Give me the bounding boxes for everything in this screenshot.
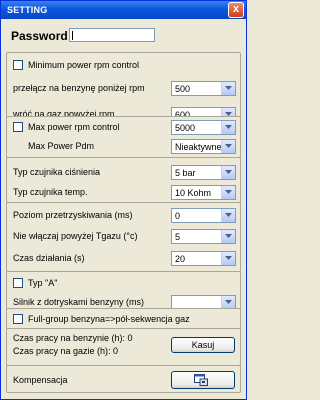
max-rpm-select[interactable]: 5000 xyxy=(171,120,236,135)
settings-window: SETTING x Password Minimum power rpm con… xyxy=(0,0,247,400)
full-group-checkbox[interactable] xyxy=(13,314,23,324)
max-rpm-value: 5000 xyxy=(175,123,196,133)
max-rpm-label: Max power rpm control xyxy=(28,122,120,132)
gas-temp-select[interactable]: 5 xyxy=(171,229,236,244)
compensation-label: Kompensacja xyxy=(13,375,68,385)
text-caret xyxy=(72,31,73,40)
chevron-down-icon[interactable] xyxy=(221,82,235,95)
switch-below-value: 500 xyxy=(175,84,191,94)
chevron-down-icon[interactable] xyxy=(221,121,235,134)
max-rpm-checkbox[interactable] xyxy=(13,122,23,132)
temp-sensor-label: Typ czujnika temp. xyxy=(13,187,88,197)
gas-time-label: Czas pracy na gazie (h): 0 xyxy=(13,346,119,356)
work-time-group: Czas pracy na benzynie (h): 0 Czas pracy… xyxy=(6,328,241,366)
temp-sensor-select[interactable]: 10 Kohm xyxy=(171,185,236,200)
overinjection-value: 0 xyxy=(175,211,181,221)
chevron-down-icon[interactable] xyxy=(221,230,235,243)
max-rpm-group: Max power rpm control 5000 Max Power Pdm… xyxy=(6,116,241,158)
action-time-label: Czas działania (s) xyxy=(13,253,85,263)
chevron-down-icon[interactable] xyxy=(221,166,235,179)
max-power-pdm-value: Nieaktywne xyxy=(175,142,222,152)
type-a-checkbox[interactable] xyxy=(13,278,23,288)
password-label: Password xyxy=(11,29,68,43)
min-rpm-checkbox[interactable] xyxy=(13,60,23,70)
close-icon: x xyxy=(232,3,240,15)
chevron-down-icon[interactable] xyxy=(221,252,235,265)
petrol-time-label: Czas pracy na benzynie (h): 0 xyxy=(13,333,133,343)
pressure-sensor-value: 5 bar xyxy=(175,168,196,178)
pressure-sensor-label: Typ czujnika ciśnienia xyxy=(13,167,101,177)
compensation-button[interactable] xyxy=(171,371,235,389)
title-bar[interactable]: SETTING x xyxy=(1,1,246,19)
pressure-sensor-select[interactable]: 5 bar xyxy=(171,165,236,180)
chevron-down-icon[interactable] xyxy=(221,186,235,199)
sensor-group: Typ czujnika ciśnienia 5 bar Typ czujnik… xyxy=(6,157,241,203)
password-input[interactable] xyxy=(69,28,155,42)
full-group-label: Full-group benzyna=>pół-sekwencja gaz xyxy=(28,314,190,324)
type-a-label: Typ "A" xyxy=(28,278,58,288)
max-power-pdm-select[interactable]: Nieaktywne xyxy=(171,139,236,154)
petrol-engine-label: Silnik z dotryskami benzyny (ms) xyxy=(13,297,145,307)
max-power-pdm-label: Max Power Pdm xyxy=(28,141,95,151)
switch-below-select[interactable]: 500 xyxy=(171,81,236,96)
reset-button[interactable]: Kasuj xyxy=(171,337,235,353)
injection-group: Poziom przetrzyskiwania (ms) 0 Nie włącz… xyxy=(6,202,241,272)
switch-below-label: przełącz na benzynę poniżej rpm xyxy=(13,83,145,93)
min-rpm-label: Minimum power rpm control xyxy=(28,60,140,70)
action-time-value: 20 xyxy=(175,254,186,264)
chevron-down-icon[interactable] xyxy=(221,209,235,222)
chevron-down-icon[interactable] xyxy=(221,140,235,153)
temp-sensor-value: 10 Kohm xyxy=(175,188,212,198)
overinjection-select[interactable]: 0 xyxy=(171,208,236,223)
client-area: Password Minimum power rpm control przeł… xyxy=(3,19,244,397)
close-button[interactable]: x xyxy=(228,2,244,18)
overinjection-label: Poziom przetrzyskiwania (ms) xyxy=(13,210,133,220)
gas-temp-value: 5 xyxy=(175,232,181,242)
reset-button-label: Kasuj xyxy=(191,340,215,350)
full-group-group: Full-group benzyna=>pół-sekwencja gaz xyxy=(6,308,241,330)
gas-temp-label: Nie włączaj powyżej Tgazu (°c) xyxy=(13,231,138,241)
action-time-select[interactable]: 20 xyxy=(171,251,236,266)
compensation-group: Kompensacja xyxy=(6,365,241,393)
window-title: SETTING xyxy=(7,5,48,15)
